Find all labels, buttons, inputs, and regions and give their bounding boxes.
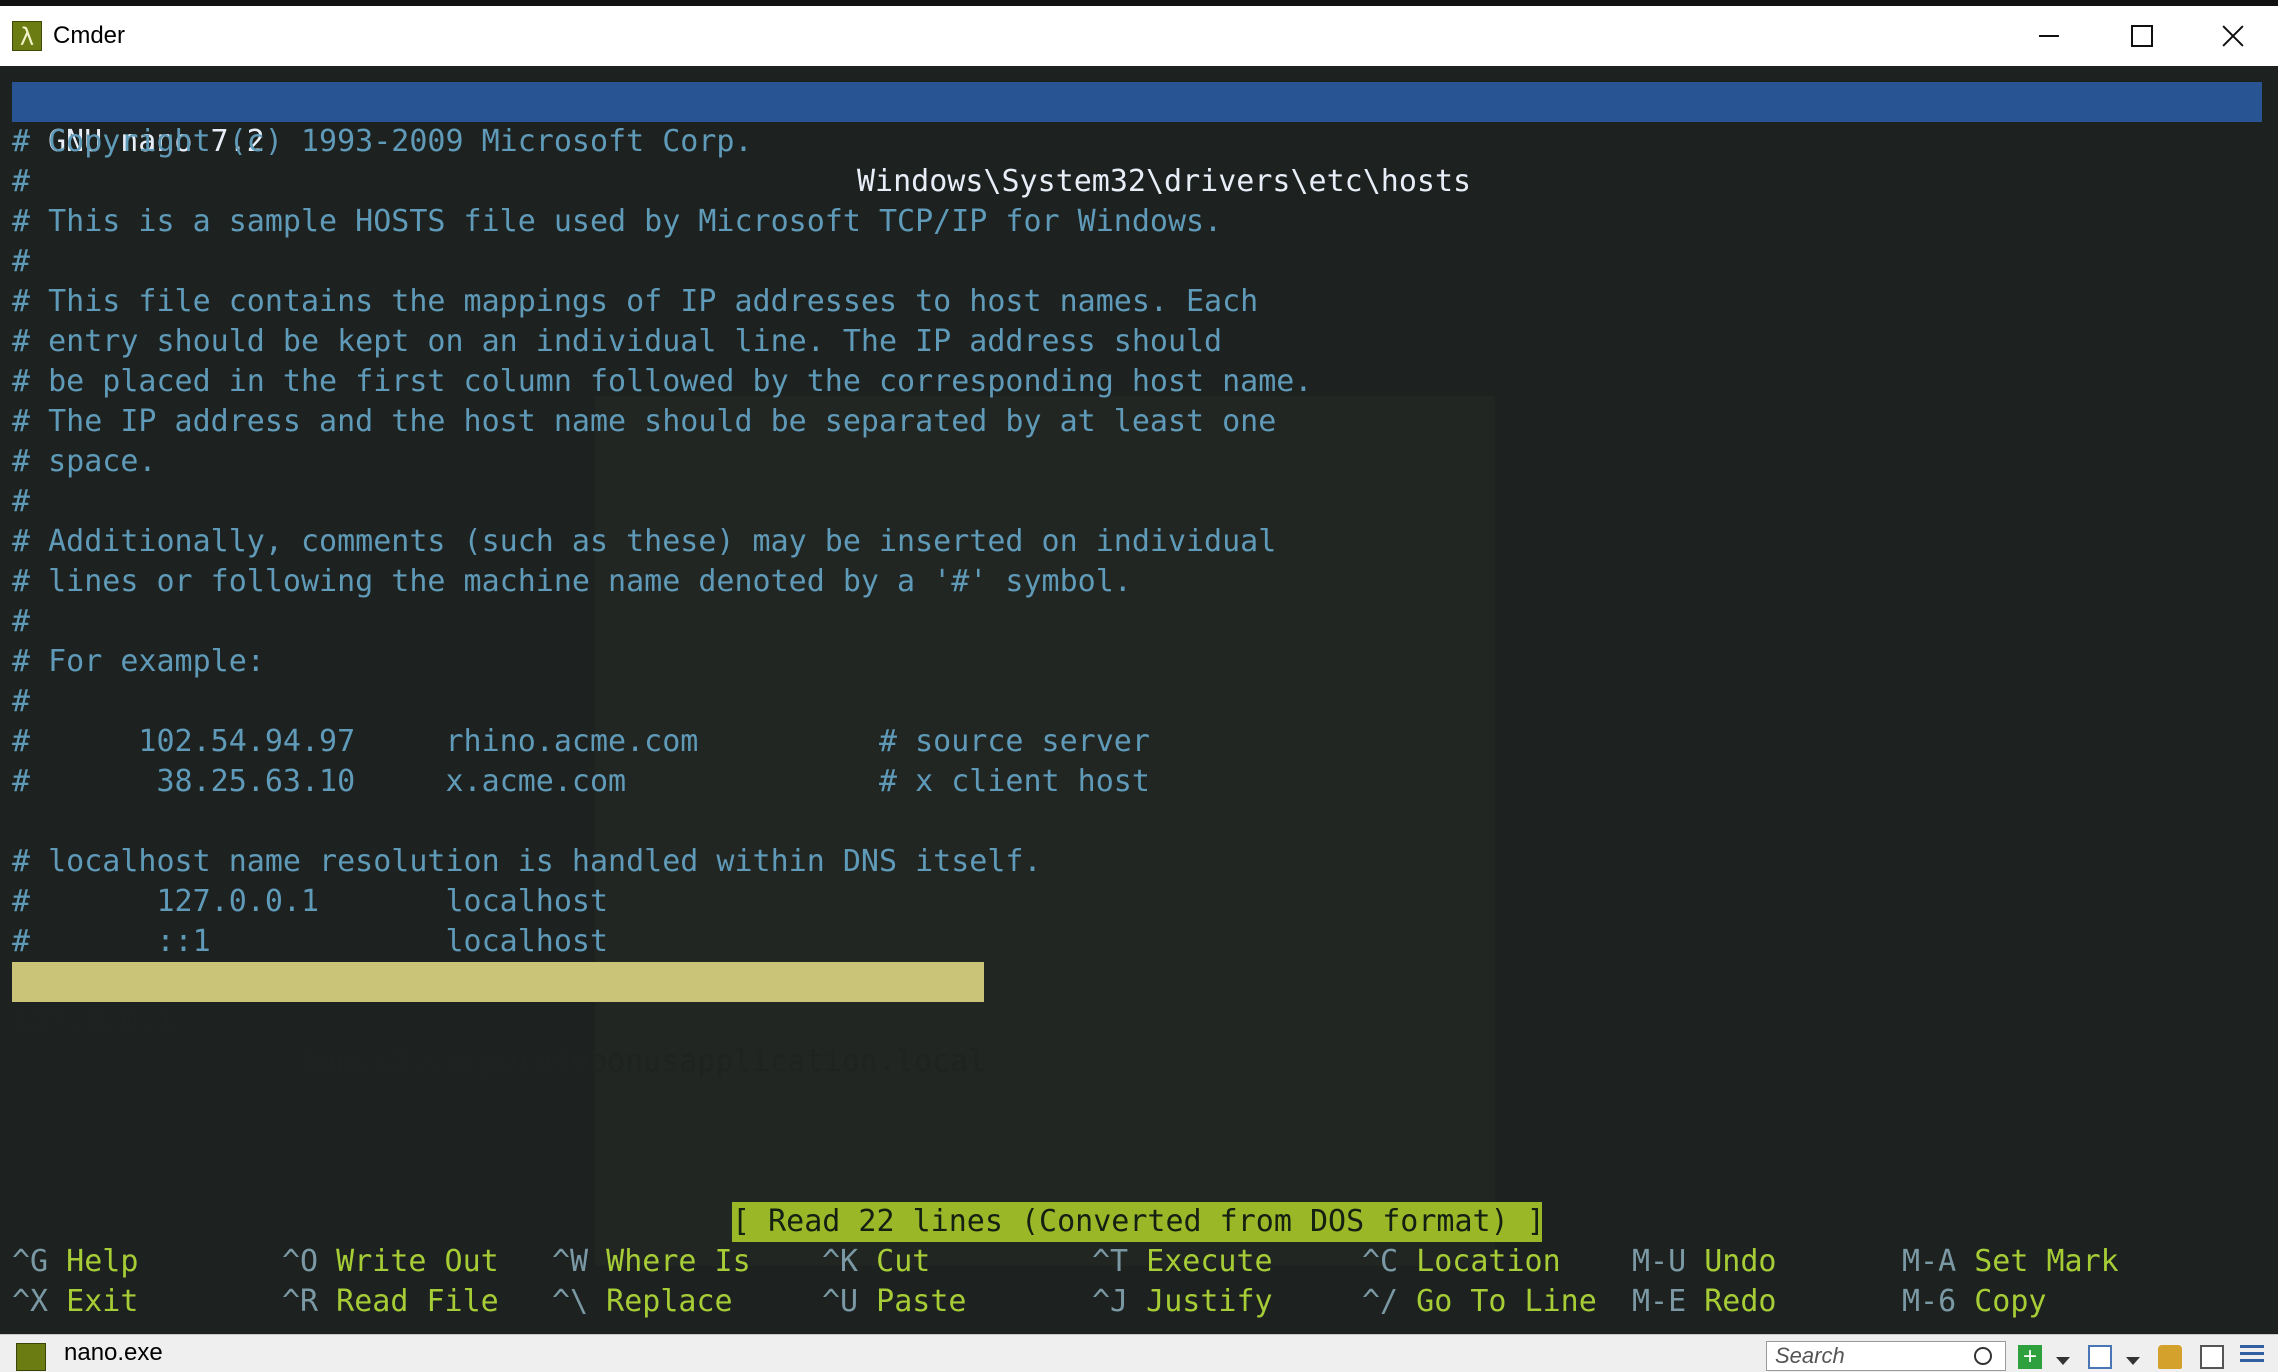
shortcut-item: ^X Exit [12, 1282, 138, 1322]
shortcut-item: ^G Help [12, 1242, 138, 1282]
file-line[interactable]: # [12, 482, 30, 522]
shortcut-item: ^T Execute [1092, 1242, 1273, 1282]
shortcut-key: ^R [282, 1284, 319, 1319]
shortcut-item: ^/ Go To Line [1362, 1282, 1597, 1322]
file-line[interactable]: # be placed in the first column followed… [12, 362, 1312, 402]
panes-icon[interactable] [2088, 1345, 2112, 1369]
shortcut-item: ^\ Replace [552, 1282, 733, 1322]
menu-icon[interactable] [2240, 1345, 2264, 1369]
shortcut-item: M-6 Copy [1902, 1282, 2047, 1322]
close-icon[interactable] [2186, 6, 2278, 66]
file-line[interactable]: # entry should be kept on an individual … [12, 322, 1222, 362]
shortcut-key: ^\ [552, 1284, 589, 1319]
shortcut-desc: Undo [1686, 1244, 1777, 1279]
shortcut-desc: Exit [48, 1284, 139, 1319]
file-line[interactable]: # Copyright (c) 1993-2009 Microsoft Corp… [12, 122, 753, 162]
minimize-icon[interactable] [2002, 6, 2094, 66]
shortcut-item: ^W Where Is [552, 1242, 751, 1282]
file-line[interactable]: # For example: [12, 642, 265, 682]
shortcut-key: ^X [12, 1284, 49, 1319]
file-line[interactable]: # 102.54.94.97 rhino.acme.com # source s… [12, 722, 1150, 762]
file-line[interactable]: # This is a sample HOSTS file used by Mi… [12, 202, 1222, 242]
file-line[interactable]: # space. [12, 442, 157, 482]
file-line[interactable]: # lines or following the machine name de… [12, 562, 1132, 602]
entry-hostname: bonus2.corporatebonusapplication.local [300, 1044, 987, 1079]
shortcut-key: M-A [1902, 1244, 1957, 1279]
shortcut-key: ^C [1362, 1244, 1399, 1279]
file-line[interactable]: # [12, 602, 30, 642]
shortcut-desc: Cut [858, 1244, 931, 1279]
new-console-plus-icon[interactable]: + [2018, 1345, 2042, 1369]
search-icon[interactable] [1974, 1347, 1992, 1365]
shortcut-desc: Where Is [588, 1244, 751, 1279]
shortcut-key: ^W [552, 1244, 589, 1279]
new-console-dropdown-icon[interactable] [2056, 1357, 2070, 1365]
shortcut-desc: Set Mark [1956, 1244, 2119, 1279]
shortcut-item: ^R Read File [282, 1282, 499, 1322]
shortcut-item: ^U Paste [822, 1282, 967, 1322]
shortcut-key: M-6 [1902, 1284, 1957, 1319]
file-line[interactable]: # [12, 682, 30, 722]
split-view-icon[interactable] [2200, 1345, 2224, 1369]
panes-dropdown-icon[interactable] [2126, 1357, 2140, 1365]
shortcut-item: ^O Write Out [282, 1242, 499, 1282]
shortcut-item: M-A Set Mark [1902, 1242, 2119, 1282]
maximize-icon[interactable] [2094, 6, 2186, 66]
file-line[interactable]: # ::1 localhost [12, 922, 608, 962]
shortcut-desc: Go To Line [1398, 1284, 1597, 1319]
entry-ip: 127.0.0.1 [12, 1004, 175, 1039]
shortcut-item: M-E Redo [1632, 1282, 1777, 1322]
tab-nano-exe[interactable]: nano.exe [64, 1339, 163, 1367]
shortcut-desc: Justify [1128, 1284, 1273, 1319]
shortcut-item: ^K Cut [822, 1242, 930, 1282]
file-line[interactable]: # 38.25.63.10 x.acme.com # x client host [12, 762, 1150, 802]
file-line[interactable]: # Additionally, comments (such as these)… [12, 522, 1276, 562]
shortcut-key: M-E [1632, 1284, 1687, 1319]
shortcut-key: ^J [1092, 1284, 1129, 1319]
shortcut-key: M-U [1632, 1244, 1687, 1279]
cmder-lambda-icon: λ [12, 21, 42, 51]
terminal-area[interactable]: GNU nano 7.2 Windows\System32\drivers\et… [0, 66, 2278, 1334]
file-line[interactable]: # localhost name resolution is handled w… [12, 842, 1042, 882]
shortcut-desc: Read File [318, 1284, 499, 1319]
file-line[interactable]: # [12, 162, 30, 202]
shortcut-key: ^O [282, 1244, 319, 1279]
shortcut-item: M-U Undo [1632, 1242, 1777, 1282]
file-line[interactable]: # [12, 242, 30, 282]
window-controls [2002, 6, 2278, 66]
file-line[interactable]: # 127.0.0.1 localhost [12, 882, 608, 922]
cmder-tab-icon [16, 1343, 46, 1371]
shortcut-desc: Execute [1128, 1244, 1273, 1279]
shortcut-desc: Write Out [318, 1244, 499, 1279]
title-bar[interactable]: λ Cmder [0, 6, 2278, 66]
lock-icon[interactable] [2158, 1345, 2182, 1369]
shortcut-key: ^T [1092, 1244, 1129, 1279]
highlighted-hosts-entry[interactable]: 127.0.0.1 bonus2.corporatebonusapplicati… [12, 962, 986, 1079]
window-title: Cmder [53, 22, 126, 49]
search-input[interactable]: Search [1766, 1341, 2006, 1371]
file-path: Windows\System32\drivers\etc\hosts [857, 164, 1472, 199]
shortcut-desc: Paste [858, 1284, 967, 1319]
taskbar: nano.exe Search + [0, 1334, 2278, 1372]
nano-header-bar: GNU nano 7.2 Windows\System32\drivers\et… [12, 82, 2262, 199]
shortcut-item: ^J Justify [1092, 1282, 1273, 1322]
shortcut-key: ^/ [1362, 1284, 1399, 1319]
shortcut-desc: Replace [588, 1284, 733, 1319]
shortcut-desc: Help [48, 1244, 139, 1279]
file-line[interactable]: # This file contains the mappings of IP … [12, 282, 1258, 322]
shortcut-key: ^U [822, 1284, 859, 1319]
shortcut-key: ^K [822, 1244, 859, 1279]
shortcut-desc: Location [1398, 1244, 1561, 1279]
shortcut-key: ^G [12, 1244, 49, 1279]
shortcut-desc: Redo [1686, 1284, 1777, 1319]
status-message: [ Read 22 lines (Converted from DOS form… [732, 1202, 1545, 1242]
shortcut-desc: Copy [1956, 1284, 2047, 1319]
file-line[interactable]: # The IP address and the host name shoul… [12, 402, 1276, 442]
shortcut-item: ^C Location [1362, 1242, 1561, 1282]
